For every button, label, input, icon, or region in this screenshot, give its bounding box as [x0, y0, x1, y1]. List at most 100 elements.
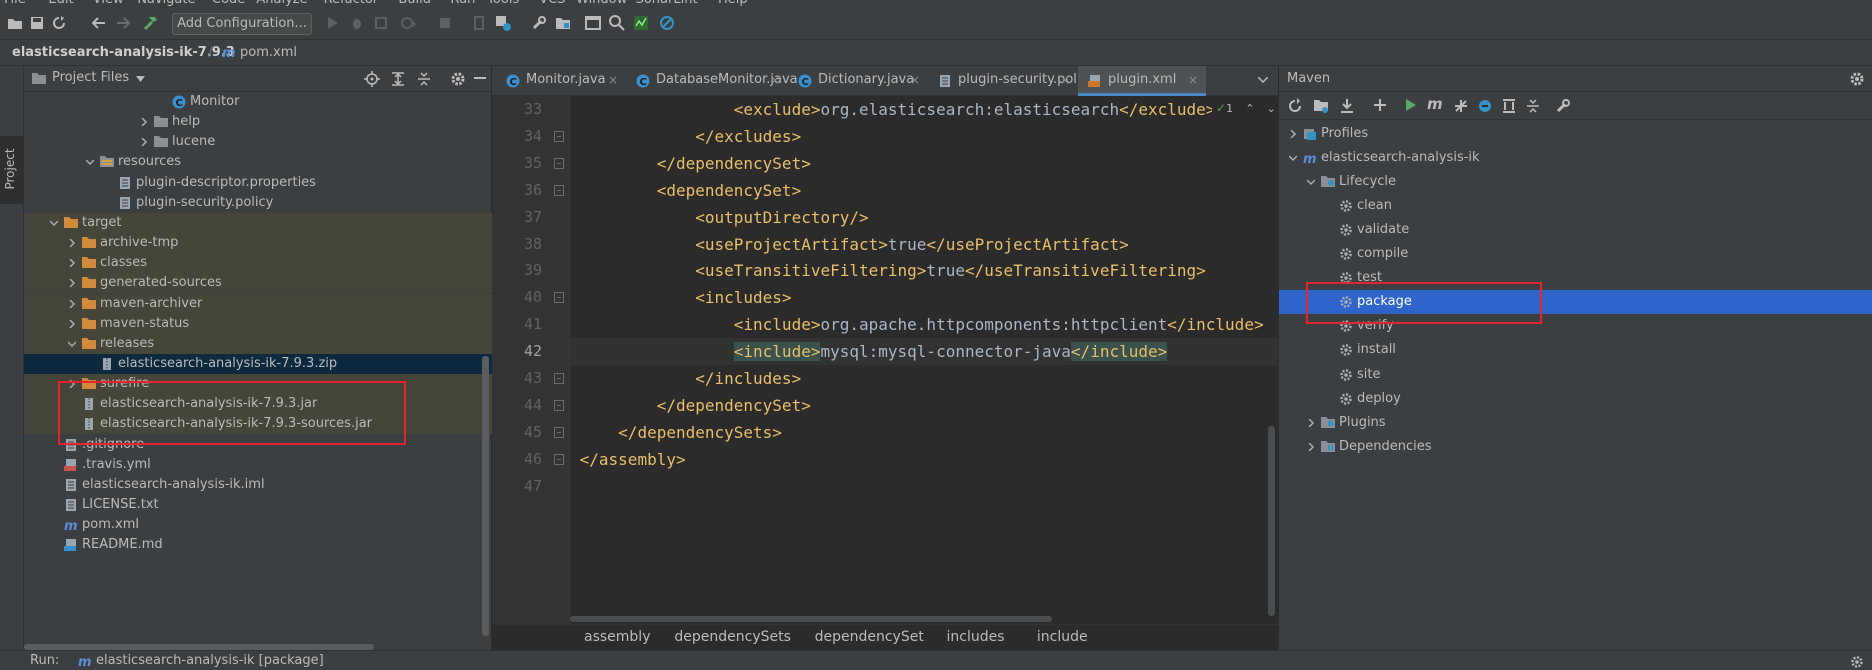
project-tree-item[interactable]: LICENSE.txt [24, 495, 492, 515]
stop-icon[interactable] [436, 14, 454, 32]
chevron-down-icon[interactable] [50, 219, 58, 227]
editor-tab[interactable]: C Dictionary.java × [788, 66, 928, 96]
project-tree-item[interactable]: m pom.xml [24, 515, 492, 535]
project-tree-item[interactable]: lucene [24, 132, 492, 152]
monitor-icon[interactable] [632, 14, 650, 32]
run-icon[interactable] [324, 14, 342, 32]
open-folder-icon[interactable] [6, 14, 24, 32]
close-icon[interactable]: × [1060, 66, 1070, 94]
locate-icon[interactable] [364, 71, 380, 87]
gear-icon[interactable] [450, 71, 466, 87]
project-tree-item[interactable]: surefire [24, 374, 492, 395]
project-tree-item[interactable]: elasticsearch-analysis-ik-7.9.3.jar [24, 394, 492, 415]
chevron-right-icon[interactable] [68, 259, 76, 268]
expand-all-icon[interactable] [390, 71, 406, 87]
project-tree-item[interactable]: C Monitor [24, 92, 492, 112]
breadcrumb-project[interactable]: elasticsearch-analysis-ik-7.9.3 [12, 40, 235, 65]
fold-marker-icon[interactable] [554, 399, 564, 411]
chevron-down-icon[interactable] [1258, 77, 1268, 83]
profile-icon[interactable] [400, 14, 418, 32]
project-tree-item[interactable]: maven-archiver [24, 293, 492, 314]
project-tree-item[interactable]: archive-tmp [24, 233, 492, 254]
project-tree-item[interactable]: plugin-security.policy [24, 193, 492, 213]
settings-wrench-icon[interactable] [1555, 98, 1571, 114]
maven-tree-item[interactable]: install [1279, 338, 1872, 362]
reload-icon[interactable] [1287, 98, 1303, 114]
breadcrumb-item[interactable]: include [1037, 625, 1088, 650]
fold-marker-icon[interactable] [554, 426, 564, 438]
prev-highlight-icon[interactable]: ⌃ [1245, 102, 1254, 115]
collapse-all-icon[interactable] [1525, 98, 1541, 114]
gear-icon[interactable] [1850, 655, 1864, 669]
chevron-right-icon[interactable] [68, 299, 76, 308]
maven-tree-item[interactable]: deploy [1279, 387, 1872, 411]
chevron-right-icon[interactable] [1307, 418, 1315, 427]
project-tree-item[interactable]: plugin-descriptor.properties [24, 173, 492, 193]
breadcrumb-file[interactable]: pom.xml [240, 40, 297, 65]
maven-tree-item[interactable]: validate [1279, 218, 1872, 242]
sync-icon[interactable] [50, 14, 68, 32]
minimize-icon[interactable] [474, 77, 486, 79]
maven-tree-item[interactable]: m elasticsearch-analysis-ik [1279, 146, 1872, 170]
close-icon[interactable]: × [770, 66, 780, 94]
chevron-right-icon[interactable] [68, 319, 76, 328]
code-editor[interactable]: 33 34 35 36 37 38 39 40 41 42 43 44 45 46 47 <exclude>… [492, 96, 1278, 624]
breadcrumb-item[interactable]: dependencySet [815, 625, 924, 650]
chevron-down-icon[interactable] [1307, 178, 1315, 186]
update-icon[interactable] [494, 14, 512, 32]
run-config-tab[interactable]: elasticsearch-analysis-ik [package] [96, 651, 324, 670]
project-structure-icon[interactable] [554, 14, 572, 32]
terminal-icon[interactable] [584, 14, 602, 32]
save-icon[interactable] [28, 14, 46, 32]
add-icon[interactable] [1373, 98, 1387, 112]
chevron-right-icon[interactable] [1289, 130, 1297, 138]
fold-marker-icon[interactable] [554, 130, 564, 142]
add-configuration-button[interactable]: Add Configuration... [172, 13, 312, 35]
forward-icon[interactable] [114, 14, 132, 32]
project-tree-item[interactable]: classes [24, 253, 492, 274]
attach-icon[interactable] [470, 14, 488, 32]
maven-tree-item[interactable]: test [1279, 266, 1872, 290]
maven-tree-item[interactable]: clean [1279, 194, 1872, 218]
project-tree-item[interactable]: .travis.yml [24, 455, 492, 475]
maven-tree-item[interactable]: package [1279, 290, 1872, 315]
chevron-down-icon[interactable] [136, 76, 145, 82]
maven-tree-item[interactable]: verify [1279, 314, 1872, 338]
chevron-right-icon[interactable] [68, 380, 76, 389]
power-save-icon[interactable] [658, 14, 676, 32]
build-hammer-icon[interactable] [142, 14, 160, 32]
skip-tests-icon[interactable] [1477, 98, 1493, 114]
chevron-right-icon[interactable] [68, 239, 76, 248]
project-tree-item[interactable]: generated-sources [24, 273, 492, 294]
project-tree-item[interactable]: target [24, 212, 492, 233]
gear-icon[interactable] [1849, 71, 1865, 87]
chevron-right-icon[interactable] [140, 138, 148, 147]
breadcrumb-item[interactable]: assembly [584, 625, 650, 650]
chevron-down-icon[interactable] [1289, 154, 1297, 162]
project-tool-tab[interactable]: Project [0, 136, 24, 204]
editor-horizontal-scrollbar[interactable] [570, 616, 1052, 622]
show-dependencies-icon[interactable] [1501, 98, 1517, 114]
fold-marker-icon[interactable] [554, 292, 564, 304]
editor-tab[interactable]: C Monitor.java × [496, 66, 626, 96]
project-vertical-scrollbar[interactable] [482, 356, 489, 636]
project-view-selector[interactable]: Project Files [52, 70, 129, 85]
close-icon[interactable]: × [910, 66, 920, 94]
download-icon[interactable] [1339, 98, 1355, 114]
project-tree-item[interactable]: maven-status [24, 313, 492, 334]
editor-vertical-scrollbar[interactable] [1268, 426, 1275, 616]
chevron-right-icon[interactable] [140, 118, 148, 127]
project-tree-item[interactable]: elasticsearch-analysis-ik-7.9.3.zip [24, 353, 492, 374]
maven-tree-item[interactable]: site [1279, 363, 1872, 387]
inspection-widget[interactable]: ✓1 ⌃ ⌄ [1212, 98, 1276, 118]
settings-wrench-icon[interactable] [530, 14, 548, 32]
project-tree-item[interactable]: .gitignore [24, 435, 492, 455]
fold-marker-icon[interactable] [554, 184, 564, 196]
editor-tab[interactable]: C DatabaseMonitor.java × [626, 66, 798, 96]
next-highlight-icon[interactable]: ⌄ [1267, 102, 1276, 115]
execute-goal-icon[interactable]: m [1427, 96, 1443, 112]
project-tree-item[interactable]: elasticsearch-analysis-ik-7.9.3-sources.… [24, 414, 492, 435]
close-icon[interactable]: × [608, 66, 618, 94]
project-tree-item[interactable]: resources [24, 152, 492, 172]
fold-marker-icon[interactable] [554, 373, 564, 384]
